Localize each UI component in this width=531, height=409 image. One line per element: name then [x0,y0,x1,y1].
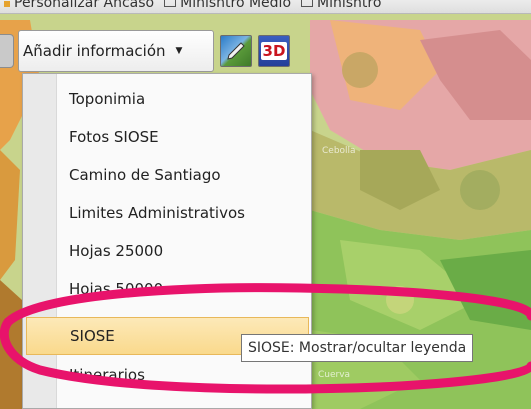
menu-item-limites-administrativos[interactable]: Limites Administrativos [23,194,311,232]
topbar-item[interactable]: Minishtro [301,0,381,11]
toolbar: Añadir información ▼ 3D [0,26,318,76]
map-place-label: Cebolla [322,146,356,156]
bullet-icon [4,0,10,7]
menu-item-hojas-25000[interactable]: Hojas 25000 [23,232,311,270]
siose-tooltip: SIOSE: Mostrar/ocultar leyenda [241,334,474,362]
pencil-map-icon [227,42,245,60]
3d-icon: 3D [260,42,288,60]
top-menu-bar: Personalizar Ancaso Minishtro Medio Mini… [0,0,531,14]
dropdown-label: Añadir información [23,42,166,60]
toolbar-button-partial[interactable] [0,34,14,68]
map-2d-icon[interactable] [220,35,252,67]
topbar-item[interactable]: Personalizar Ancaso [4,0,154,11]
menu-item-toponimia[interactable]: Toponimia [23,80,311,118]
window-icon [301,0,314,7]
topbar-item[interactable]: Minishtro Medio [164,0,291,11]
menu-item-hojas-50000[interactable]: Hojas 50000 [23,270,311,308]
menu-item-fotos-siose[interactable]: Fotos SIOSE [23,118,311,156]
menu-item-camino-de-santiago[interactable]: Camino de Santiago [23,156,311,194]
view-3d-button[interactable]: 3D [258,35,290,67]
chevron-down-icon: ▼ [175,46,183,56]
window-icon [164,0,177,7]
map-place-label: Cuerva [318,370,351,380]
add-information-dropdown[interactable]: Añadir información ▼ [18,30,214,72]
